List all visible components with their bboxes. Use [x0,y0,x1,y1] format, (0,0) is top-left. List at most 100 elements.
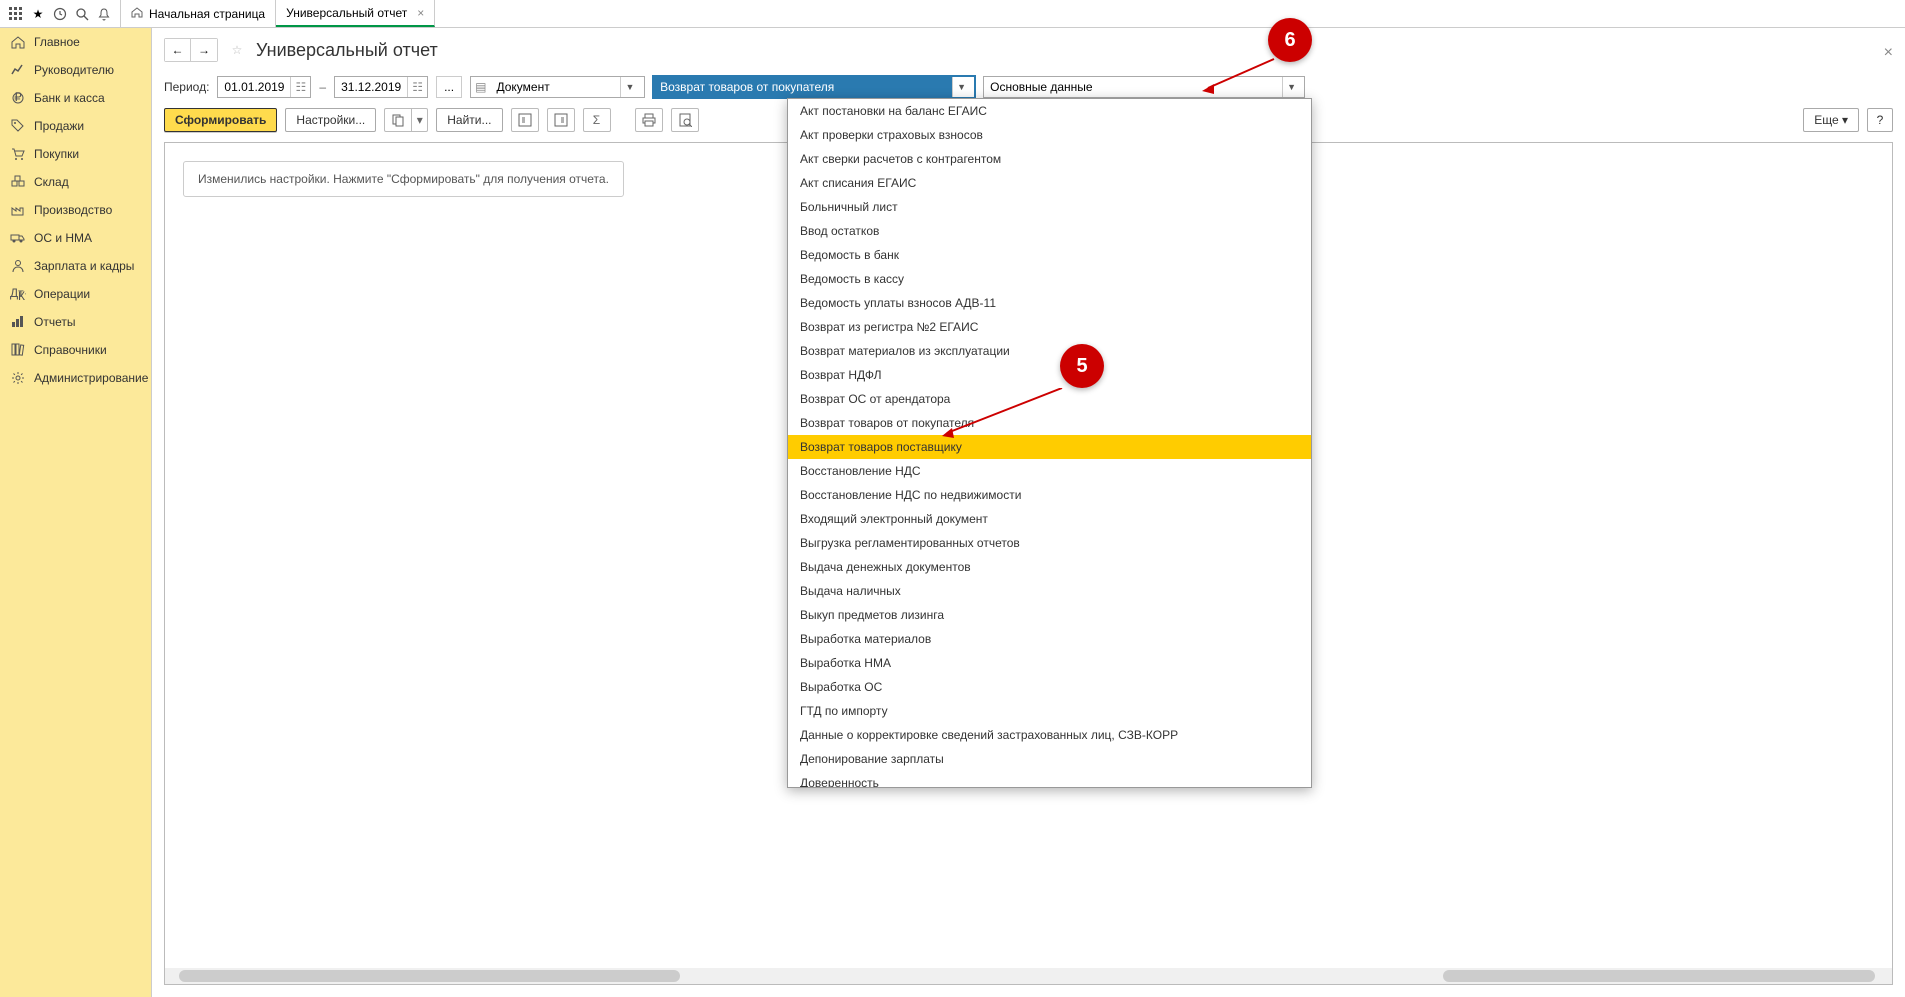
dropdown-item[interactable]: Доверенность [788,771,1311,788]
dropdown-item[interactable]: Акт списания ЕГАИС [788,171,1311,195]
dropdown-item[interactable]: Акт сверки расчетов с контрагентом [788,147,1311,171]
settings-button[interactable]: Настройки... [285,108,376,132]
star-icon[interactable]: ★ [30,6,46,22]
calendar-icon[interactable]: ☷ [290,77,310,97]
sidebar-item-cart[interactable]: Покупки [0,140,151,168]
svg-text:Кт: Кт [18,289,26,302]
bell-icon[interactable] [96,6,112,22]
sidebar-item-tag[interactable]: Продажи [0,112,151,140]
sidebar-item-label: Главное [34,35,80,49]
dropdown-item[interactable]: Выдача наличных [788,579,1311,603]
dropdown-item[interactable]: Выработка ОС [788,675,1311,699]
sidebar-item-truck[interactable]: ОС и НМА [0,224,151,252]
person-icon [10,258,26,274]
find-button[interactable]: Найти... [436,108,502,132]
dropdown-item[interactable]: Возврат НДФЛ [788,363,1311,387]
apps-icon[interactable] [8,6,24,22]
sidebar-item-chart[interactable]: Руководителю [0,56,151,84]
dropdown-item[interactable]: Выработка НМА [788,651,1311,675]
dropdown-item[interactable]: Выгрузка регламентированных отчетов [788,531,1311,555]
expand-icon[interactable] [511,108,539,132]
svg-text:₽: ₽ [14,90,22,104]
data-combo[interactable]: ▼ [983,76,1305,98]
data-combo-input[interactable] [984,77,1282,97]
dropdown-item[interactable]: Акт проверки страховых взносов [788,123,1311,147]
dropdown-item[interactable]: Возврат товаров поставщику [788,435,1311,459]
dropdown-item[interactable]: Больничный лист [788,195,1311,219]
dropdown-item[interactable]: Ведомость в кассу [788,267,1311,291]
books-icon [10,342,26,358]
chevron-down-icon[interactable]: ▼ [952,77,970,97]
favorite-icon[interactable]: ☆ [226,39,248,61]
nav-buttons: ← → [164,38,218,62]
sidebar-item-person[interactable]: Зарплата и кадры [0,252,151,280]
close-page-icon[interactable]: × [1884,44,1893,62]
date-from-field[interactable] [218,77,290,97]
help-button[interactable]: ? [1867,108,1893,132]
dropdown-item[interactable]: Выработка материалов [788,627,1311,651]
type-combo[interactable]: ▤ ▼ [470,76,645,98]
close-icon[interactable]: × [417,6,424,20]
dropdown-item[interactable]: Депонирование зарплаты [788,747,1311,771]
dropdown-item[interactable]: Ведомость уплаты взносов АДВ-11 [788,291,1311,315]
dropdown-item[interactable]: Восстановление НДС по недвижимости [788,483,1311,507]
sidebar-item-label: Продажи [34,119,84,133]
dropdown-item[interactable]: Ведомость в банк [788,243,1311,267]
dropdown-item[interactable]: Выкуп предметов лизинга [788,603,1311,627]
preview-icon[interactable] [671,108,699,132]
date-to-input[interactable]: ☷ [334,76,428,98]
sidebar-item-books[interactable]: Справочники [0,336,151,364]
dropdown-item[interactable]: Ввод остатков [788,219,1311,243]
sidebar-item-gear[interactable]: Администрирование [0,364,151,392]
chart-icon [10,62,26,78]
collapse-icon[interactable] [547,108,575,132]
coin-icon: ₽ [10,90,26,106]
sidebar-item-label: Операции [34,287,90,301]
dropdown-item[interactable]: Возврат товаров от покупателя [788,411,1311,435]
forward-button[interactable]: → [191,39,217,61]
history-icon[interactable] [52,6,68,22]
document-combo-input[interactable] [654,77,952,97]
sidebar-item-coin[interactable]: ₽Банк и касса [0,84,151,112]
copy-settings-icon[interactable] [384,108,412,132]
sidebar-item-home[interactable]: Главное [0,28,151,56]
document-combo[interactable]: ▼ [653,76,975,98]
tab-home[interactable]: Начальная страница [121,0,276,27]
type-combo-input[interactable] [490,77,620,97]
dropdown-item[interactable]: Восстановление НДС [788,459,1311,483]
generate-button[interactable]: Сформировать [164,108,277,132]
dropdown-item[interactable]: Входящий электронный документ [788,507,1311,531]
back-button[interactable]: ← [165,39,191,61]
horizontal-scrollbar[interactable] [165,968,1892,984]
dropdown-item[interactable]: ГТД по импорту [788,699,1311,723]
truck-icon [10,230,26,246]
chevron-down-icon[interactable]: ▼ [1282,77,1300,97]
date-to-field[interactable] [335,77,407,97]
boxes-icon [10,174,26,190]
sidebar-item-boxes[interactable]: Склад [0,168,151,196]
top-toolbar: ★ Начальная страница Универсальный отчет… [0,0,1905,28]
sidebar-item-bars[interactable]: Отчеты [0,308,151,336]
dropdown-item[interactable]: Возврат материалов из эксплуатации [788,339,1311,363]
page-title: Универсальный отчет [256,40,438,61]
dropdown-item[interactable]: Выдача денежных документов [788,555,1311,579]
chevron-down-icon[interactable]: ▼ [620,77,638,97]
sum-icon[interactable]: Σ [583,108,611,132]
sidebar-item-label: ОС и НМА [34,231,92,245]
more-button[interactable]: Еще ▾ [1803,108,1859,132]
sidebar-item-factory[interactable]: Производство [0,196,151,224]
dropdown-item[interactable]: Данные о корректировке сведений застрахо… [788,723,1311,747]
print-icon[interactable] [635,108,663,132]
copy-settings-drop-icon[interactable]: ▾ [412,108,428,132]
dropdown-item[interactable]: Возврат ОС от арендатора [788,387,1311,411]
tab-report[interactable]: Универсальный отчет × [276,0,435,27]
search-icon[interactable] [74,6,90,22]
period-picker-button[interactable]: ... [436,76,462,98]
sidebar-item-label: Администрирование [34,371,148,385]
date-from-input[interactable]: ☷ [217,76,311,98]
sidebar-item-ops[interactable]: ДтКтОперации [0,280,151,308]
dropdown-item[interactable]: Акт постановки на баланс ЕГАИС [788,99,1311,123]
calendar-icon[interactable]: ☷ [407,77,427,97]
document-dropdown[interactable]: Акт постановки на баланс ЕГАИСАкт провер… [787,98,1312,788]
dropdown-item[interactable]: Возврат из регистра №2 ЕГАИС [788,315,1311,339]
